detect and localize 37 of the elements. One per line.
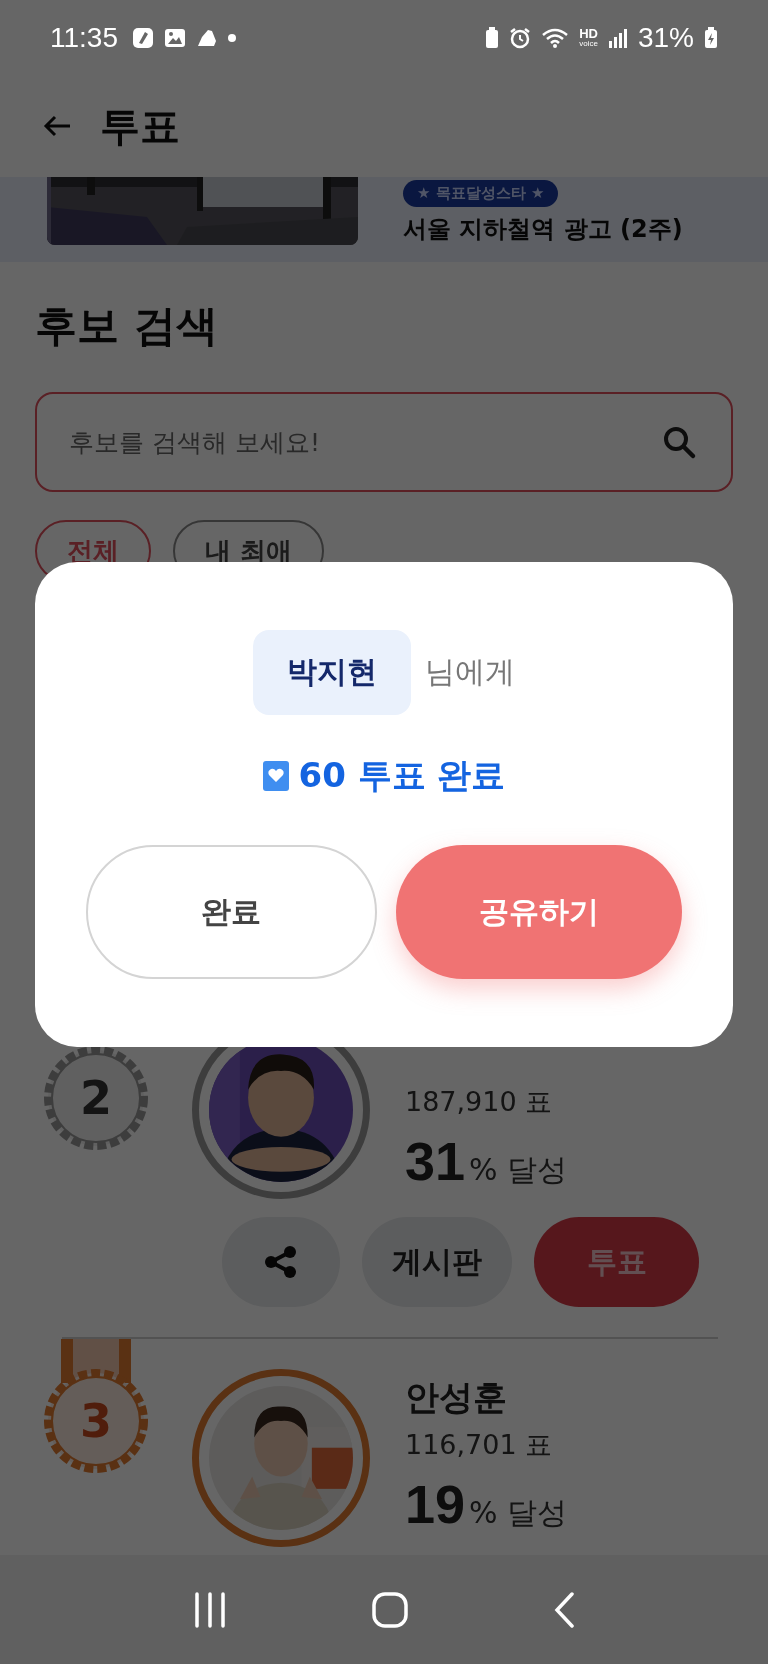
status-time: 11:35 (50, 21, 118, 54)
vote-count: 187,910 표 (405, 1084, 554, 1119)
share-button[interactable]: 공유하기 (395, 845, 682, 979)
goal-star-badge: ★ 목표달성스타 ★ (403, 180, 559, 207)
done-button[interactable]: 완료 (86, 845, 377, 979)
battery-percent: 31% (637, 21, 694, 54)
battery-saver-icon (485, 26, 500, 49)
rank-number: 3 (80, 1393, 112, 1449)
signal-icon (607, 26, 628, 49)
home-icon[interactable] (372, 1591, 408, 1628)
percent-value: 31 (405, 1129, 466, 1192)
banner[interactable]: ★ 목표달성스타 ★ 서울 지하철역 광고 (2주) (0, 177, 768, 262)
recipient-label: 님에게 (425, 653, 515, 691)
percent-value: 19 (405, 1473, 466, 1535)
hd-voice-label: HD voice (579, 27, 598, 48)
battery-icon (704, 26, 718, 49)
app-icon (132, 26, 154, 49)
image-icon (164, 26, 186, 49)
recent-apps-icon[interactable] (192, 1591, 227, 1628)
search-icon[interactable] (661, 424, 697, 460)
recipient-name: 박지현 (253, 630, 411, 715)
dot-icon (228, 33, 236, 42)
candidate-name: 안성훈 (405, 1376, 508, 1419)
percent-label: % 달성 (469, 1150, 568, 1189)
search-field[interactable]: 후보를 검색해 보세요! (35, 392, 733, 492)
rank-number: 2 (80, 1070, 112, 1126)
back-arrow-icon[interactable] (42, 114, 72, 138)
alarm-icon (509, 26, 532, 49)
board-button[interactable]: 게시판 (362, 1217, 512, 1307)
wifi-icon (541, 26, 570, 49)
section-title: 후보 검색 (35, 300, 219, 352)
banner-title: 서울 지하철역 광고 (2주) (403, 214, 683, 245)
percent-label: % 달성 (469, 1494, 568, 1532)
vote-count: 116,701 표 (405, 1428, 554, 1462)
back-icon[interactable] (553, 1591, 576, 1628)
vote-result: 60 투표 완료 (298, 754, 506, 797)
page-title: 투표 (100, 101, 180, 151)
